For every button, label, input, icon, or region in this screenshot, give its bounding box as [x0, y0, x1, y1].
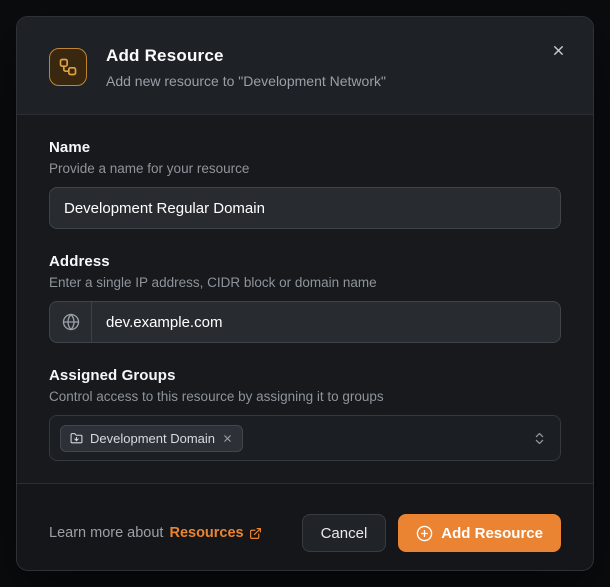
chip-remove-icon[interactable]: [222, 433, 233, 444]
dialog-footer: Learn more about Resources Cancel Add Re…: [17, 483, 593, 570]
dialog-header-text: Add Resource Add new resource to "Develo…: [106, 46, 386, 89]
address-label: Address: [49, 253, 110, 270]
address-input[interactable]: [92, 302, 560, 342]
name-label: Name: [49, 139, 91, 156]
add-resource-button-label: Add Resource: [441, 524, 543, 542]
cancel-button[interactable]: Cancel: [301, 514, 387, 552]
globe-icon: [50, 302, 92, 342]
address-helper: Enter a single IP address, CIDR block or…: [49, 275, 377, 290]
resources-link[interactable]: Resources: [169, 525, 261, 541]
learn-more-text: Learn more about Resources: [49, 525, 262, 541]
groups-field-group: Assigned Groups Control access to this r…: [49, 367, 561, 461]
group-chip-label: Development Domain: [90, 430, 216, 446]
add-resource-button[interactable]: Add Resource: [398, 514, 561, 552]
x-icon: [551, 43, 566, 58]
dialog-subtitle: Add new resource to "Development Network…: [106, 73, 386, 89]
close-button[interactable]: [547, 39, 569, 61]
resource-icon-box: [49, 48, 87, 86]
chevrons-up-down-icon: [532, 431, 547, 446]
add-resource-dialog: Add Resource Add new resource to "Develo…: [16, 16, 594, 571]
dialog-body: Name Provide a name for your resource Ad…: [17, 115, 593, 483]
groups-helper: Control access to this resource by assig…: [49, 389, 384, 404]
groups-select[interactable]: Development Domain: [49, 415, 561, 461]
name-helper: Provide a name for your resource: [49, 161, 250, 176]
external-link-icon: [249, 527, 262, 540]
folder-down-icon: [70, 432, 83, 445]
workflow-icon: [58, 57, 78, 77]
learn-more-prefix: Learn more about: [49, 525, 164, 541]
name-field-group: Name Provide a name for your resource: [49, 139, 561, 229]
resources-link-label: Resources: [169, 525, 244, 541]
group-chip: Development Domain: [60, 424, 244, 452]
groups-label: Assigned Groups: [49, 367, 176, 384]
dialog-header: Add Resource Add new resource to "Develo…: [17, 17, 593, 115]
plus-circle-icon: [416, 525, 433, 542]
name-input[interactable]: [49, 187, 561, 229]
address-field-group: Address Enter a single IP address, CIDR …: [49, 253, 561, 343]
dialog-title: Add Resource: [106, 46, 224, 65]
footer-buttons: Cancel Add Resource: [301, 514, 561, 552]
